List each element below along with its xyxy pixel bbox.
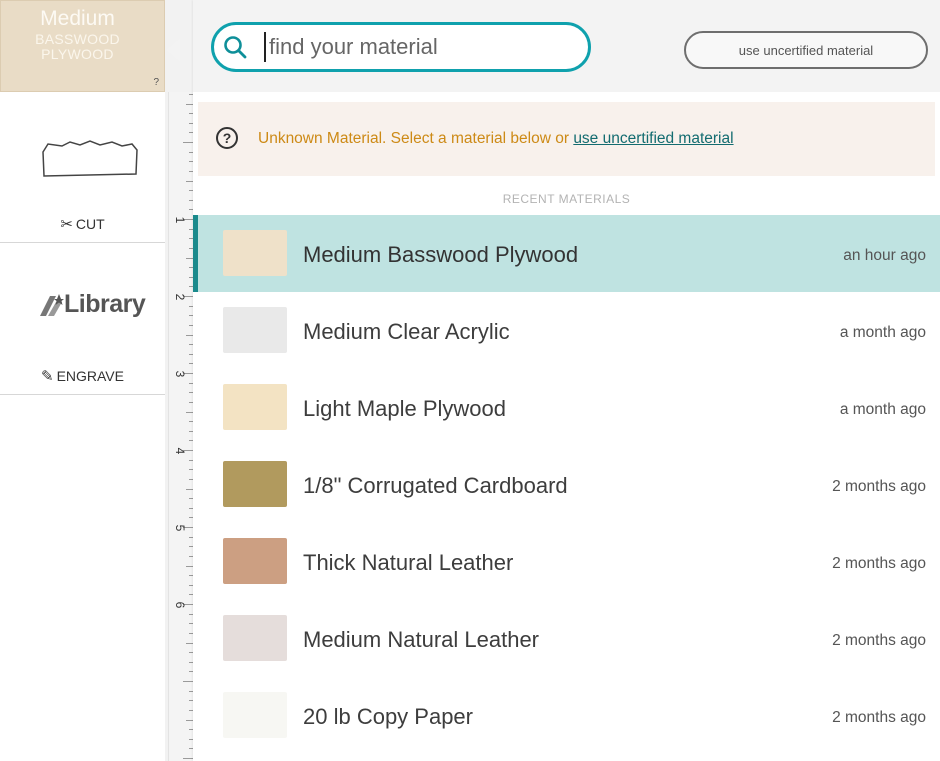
material-picker-header: use uncertified material [193,0,940,92]
material-swatch [223,307,287,353]
material-swatch [223,461,287,507]
material-row-thick-natural-leather[interactable]: Thick Natural Leather 2 months ago [193,523,940,600]
cut-button[interactable]: ✂ CUT [0,215,165,233]
current-material-subtitle: BASSWOOD PLYWOOD [0,32,155,62]
ruler-number: 2 [173,293,187,301]
library-logo-mark-icon [40,294,64,316]
current-material-subtitle-line2: PLYWOOD [41,46,114,62]
material-swatch [223,615,287,661]
material-name: 20 lb Copy Paper [303,704,473,729]
material-popover-arrow [166,38,180,62]
pencil-icon: ✎ [40,368,54,385]
material-last-used: 2 months ago [832,478,926,495]
material-name: Medium Clear Acrylic [303,319,510,344]
ruler-tick [186,103,193,105]
current-material-subtitle-line1: BASSWOOD [35,31,120,47]
left-sidebar: Medium BASSWOOD PLYWOOD ? ✂ CUT Library ✎… [0,0,166,761]
ruler-tick [186,334,193,336]
scissors-icon: ✂ [60,216,73,233]
ruler-tick [183,142,193,143]
ruler-tick [186,488,193,490]
search-icon [224,36,247,59]
material-name: 1/8" Corrugated Cardboard [303,473,568,498]
library-logo[interactable]: Library [40,290,146,320]
material-swatch [223,692,287,738]
library-logo-text: Library [64,290,146,318]
use-uncertified-material-link[interactable]: use uncertified material [573,130,733,147]
unknown-material-notice: ? Unknown Material. Select a material be… [198,102,935,176]
ruler-tick [186,411,193,413]
material-row-medium-basswood-plywood[interactable]: Medium Basswood Plywood an hour ago [193,215,940,292]
material-row-medium-clear-acrylic[interactable]: Medium Clear Acrylic a month ago [193,292,940,369]
material-help-icon[interactable]: ? [153,77,159,88]
material-swatch [223,230,287,276]
material-swatch [223,538,287,584]
notice-message: Unknown Material. Select a material belo… [258,130,574,147]
engrave-section: Library ✎ ENGRAVE [0,268,165,395]
material-last-used: 2 months ago [832,632,926,649]
material-last-used: a month ago [839,324,926,341]
question-icon: ? [216,127,238,149]
current-material-name: Medium [40,7,115,30]
material-last-used: a month ago [839,401,926,418]
ruler-number: 1 [173,216,187,224]
engrave-button[interactable]: ✎ ENGRAVE [0,367,165,385]
search-box[interactable] [211,22,591,72]
material-picker-panel: use uncertified material ? Unknown Mater… [193,0,940,761]
ruler-tick [186,642,193,644]
material-last-used: an hour ago [843,247,926,264]
ruler-tick [186,565,193,567]
material-row-light-maple-plywood[interactable]: Light Maple Plywood a month ago [193,369,940,446]
ruler-tick [186,257,193,259]
vertical-ruler: 1 2 3 4 5 6 [168,92,193,761]
material-swatch [223,384,287,430]
material-name: Thick Natural Leather [303,550,514,575]
ruler-number: 5 [173,524,187,532]
design-outline-thumbnail[interactable] [40,138,140,180]
material-row-corrugated-cardboard[interactable]: 1/8" Corrugated Cardboard 2 months ago [193,446,940,523]
cut-label: CUT [75,216,105,232]
material-name: Light Maple Plywood [303,396,507,421]
use-uncertified-material-button[interactable]: use uncertified material [684,31,928,69]
ruler-number: 3 [173,370,187,378]
engrave-label: ENGRAVE [56,368,124,384]
material-last-used: 2 months ago [832,709,926,726]
ruler-number: 6 [173,601,187,609]
ruler-tick [186,180,193,182]
recent-materials-heading: RECENT MATERIALS [502,192,631,206]
current-material-tile[interactable]: Medium BASSWOOD PLYWOOD ? [0,0,165,92]
material-name: Medium Natural Leather [303,627,540,652]
ruler-tick [186,719,193,721]
material-name: Medium Basswood Plywood [303,242,579,267]
material-last-used: 2 months ago [832,555,926,572]
notice-text: Unknown Material. Select a material belo… [258,130,734,148]
material-row-medium-natural-leather[interactable]: Medium Natural Leather 2 months ago [193,600,940,677]
ruler-tick [183,758,193,759]
material-row-copy-paper[interactable]: 20 lb Copy Paper 2 months ago [193,677,940,754]
search-input[interactable] [264,32,569,62]
ruler-tick [183,681,193,682]
cut-section: ✂ CUT [0,120,165,243]
ruler-number: 4 [173,447,187,455]
